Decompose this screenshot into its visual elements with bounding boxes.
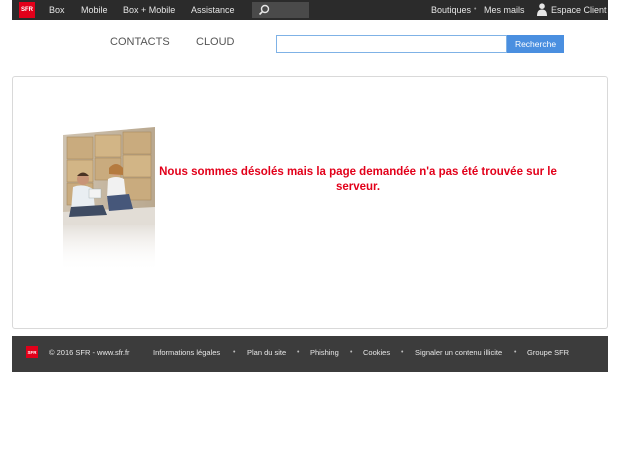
moving-boxes-photo (63, 127, 155, 272)
footer-link-phishing[interactable]: Phishing (310, 347, 339, 359)
footer-link-groupe-sfr[interactable]: Groupe SFR (527, 347, 569, 359)
footer-link-informations-legales[interactable]: Informations légales (153, 347, 220, 359)
footer-separator: • (401, 349, 404, 356)
link-boutiques[interactable]: Boutiques (431, 0, 471, 20)
footer-link-cookies[interactable]: Cookies (363, 347, 390, 359)
link-mes-mails[interactable]: Mes mails (484, 0, 525, 20)
top-navigation-bar: SFR Box Mobile Box + Mobile Assistance B… (12, 0, 608, 20)
top-search-button[interactable] (252, 2, 309, 18)
error-panel: Nous sommes désolés mais la page demandé… (12, 76, 608, 329)
footer: SFR © 2016 SFR - www.sfr.fr Informations… (12, 336, 608, 372)
footer-sfr-logo: SFR (26, 346, 38, 358)
footer-copyright: © 2016 SFR - www.sfr.fr (49, 348, 130, 357)
footer-link-plan-du-site[interactable]: Plan du site (247, 347, 286, 359)
search-button[interactable]: Recherche (507, 35, 564, 53)
nav-assistance[interactable]: Assistance (191, 0, 235, 20)
search-icon (258, 4, 270, 16)
footer-link-signaler-contenu[interactable]: Signaler un contenu illicite (415, 347, 502, 359)
sfr-logo[interactable]: SFR (19, 2, 35, 18)
link-espace-client[interactable]: Espace Client (551, 0, 607, 20)
footer-separator: • (233, 349, 236, 356)
error-message: Nous sommes désolés mais la page demandé… (159, 166, 557, 193)
footer-separator: • (350, 349, 353, 356)
nav-contacts[interactable]: CONTACTS (110, 35, 170, 49)
search-input[interactable] (276, 35, 507, 53)
nav-box[interactable]: Box (49, 0, 65, 20)
nav-cloud[interactable]: CLOUD (196, 35, 235, 49)
nav-box-mobile[interactable]: Box + Mobile (123, 0, 175, 20)
footer-separator: • (514, 349, 517, 356)
page: SFR Box Mobile Box + Mobile Assistance B… (0, 0, 620, 466)
nav-mobile[interactable]: Mobile (81, 0, 108, 20)
separator-dot: • (474, 6, 477, 13)
footer-separator: • (297, 349, 300, 356)
user-icon (537, 3, 547, 16)
